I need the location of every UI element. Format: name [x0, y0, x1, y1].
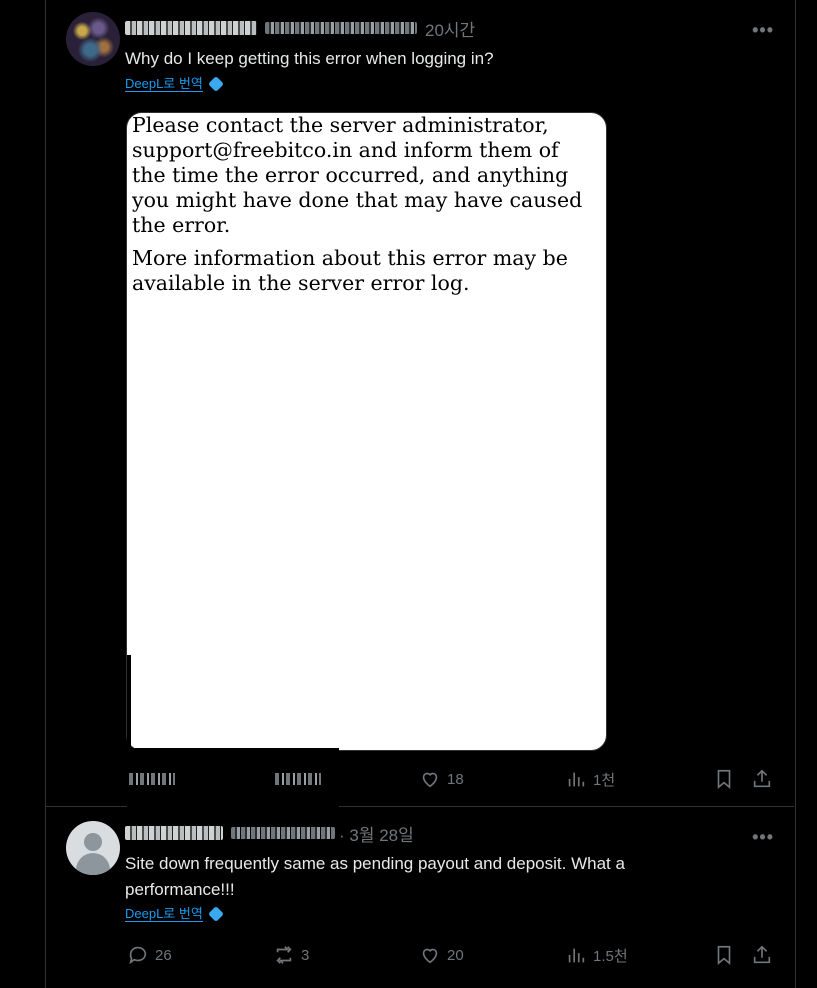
tweet-actions: 26 3 20 1.5천	[125, 943, 775, 967]
bookmark-button[interactable]	[713, 768, 735, 790]
views-count: 1천	[593, 771, 616, 789]
deepl-icon	[207, 76, 224, 92]
reply-count-redacted	[129, 773, 175, 785]
deepl-icon	[207, 906, 224, 922]
bookmark-button[interactable]	[713, 944, 735, 966]
tweet-image[interactable]: Please contact the server administrator,…	[126, 112, 607, 751]
translate-label[interactable]: DeepL로 번역	[125, 76, 203, 92]
share-icon	[753, 945, 771, 964]
error-message: Please contact the server administrator,…	[127, 113, 606, 296]
avatar[interactable]	[66, 12, 120, 66]
reply-icon	[129, 946, 147, 965]
share-button[interactable]	[751, 944, 773, 966]
tweet-actions: 18 1천	[125, 767, 775, 791]
views-icon	[568, 948, 585, 963]
reply-button[interactable]: 26	[127, 944, 172, 966]
translate-link[interactable]: DeepL로 번역	[125, 906, 224, 922]
translate-link[interactable]: DeepL로 번역	[125, 76, 224, 92]
timestamp[interactable]: · 3월 28일	[339, 821, 414, 846]
handle-redacted[interactable]	[265, 22, 417, 34]
views-button[interactable]: 1천	[565, 768, 615, 790]
avatar[interactable]	[66, 821, 120, 875]
bookmark-icon	[717, 945, 731, 966]
tweet-text: Why do I keep getting this error when lo…	[125, 49, 494, 68]
reply-button[interactable]	[129, 773, 175, 785]
default-avatar-body	[76, 853, 110, 875]
handle-redacted[interactable]	[231, 827, 335, 839]
tweet-text: Site down frequently same as pending pay…	[125, 854, 625, 899]
error-paragraph: Please contact the server administrator,…	[132, 113, 583, 237]
share-icon	[753, 769, 771, 788]
views-count: 1.5천	[593, 947, 628, 965]
tweet[interactable]: 20시간 ••• Why do I keep getting this erro…	[45, 0, 794, 808]
repost-button[interactable]	[275, 773, 321, 785]
display-name-redacted[interactable]	[125, 826, 223, 840]
timestamp[interactable]: 20시간	[425, 16, 475, 41]
tweet-header: · 3월 28일	[125, 821, 414, 845]
repost-button[interactable]: 3	[273, 944, 309, 966]
bookmark-icon	[717, 769, 731, 790]
default-avatar-head	[84, 833, 102, 851]
display-name-redacted[interactable]	[125, 21, 257, 35]
more-options-icon[interactable]: •••	[752, 827, 774, 848]
error-paragraph: More information about this error may be…	[132, 246, 568, 295]
tweet-header: 20시간	[125, 16, 475, 40]
repost-count-redacted	[275, 773, 321, 785]
repost-count: 3	[301, 946, 310, 964]
like-icon	[422, 948, 438, 964]
reply-count: 26	[155, 946, 172, 964]
share-button[interactable]	[751, 768, 773, 790]
views-button[interactable]: 1.5천	[565, 944, 628, 966]
more-options-icon[interactable]: •••	[752, 20, 774, 41]
repost-icon	[276, 946, 292, 964]
translate-label[interactable]: DeepL로 번역	[125, 906, 203, 922]
like-count: 20	[447, 946, 464, 964]
like-button[interactable]: 18	[419, 768, 464, 790]
like-count: 18	[447, 770, 464, 788]
like-icon	[422, 772, 438, 788]
redaction-mask	[127, 655, 131, 750]
tweet[interactable]: · 3월 28일 ••• Site down frequently same a…	[45, 807, 794, 988]
views-icon	[568, 772, 585, 787]
like-button[interactable]: 20	[419, 944, 464, 966]
